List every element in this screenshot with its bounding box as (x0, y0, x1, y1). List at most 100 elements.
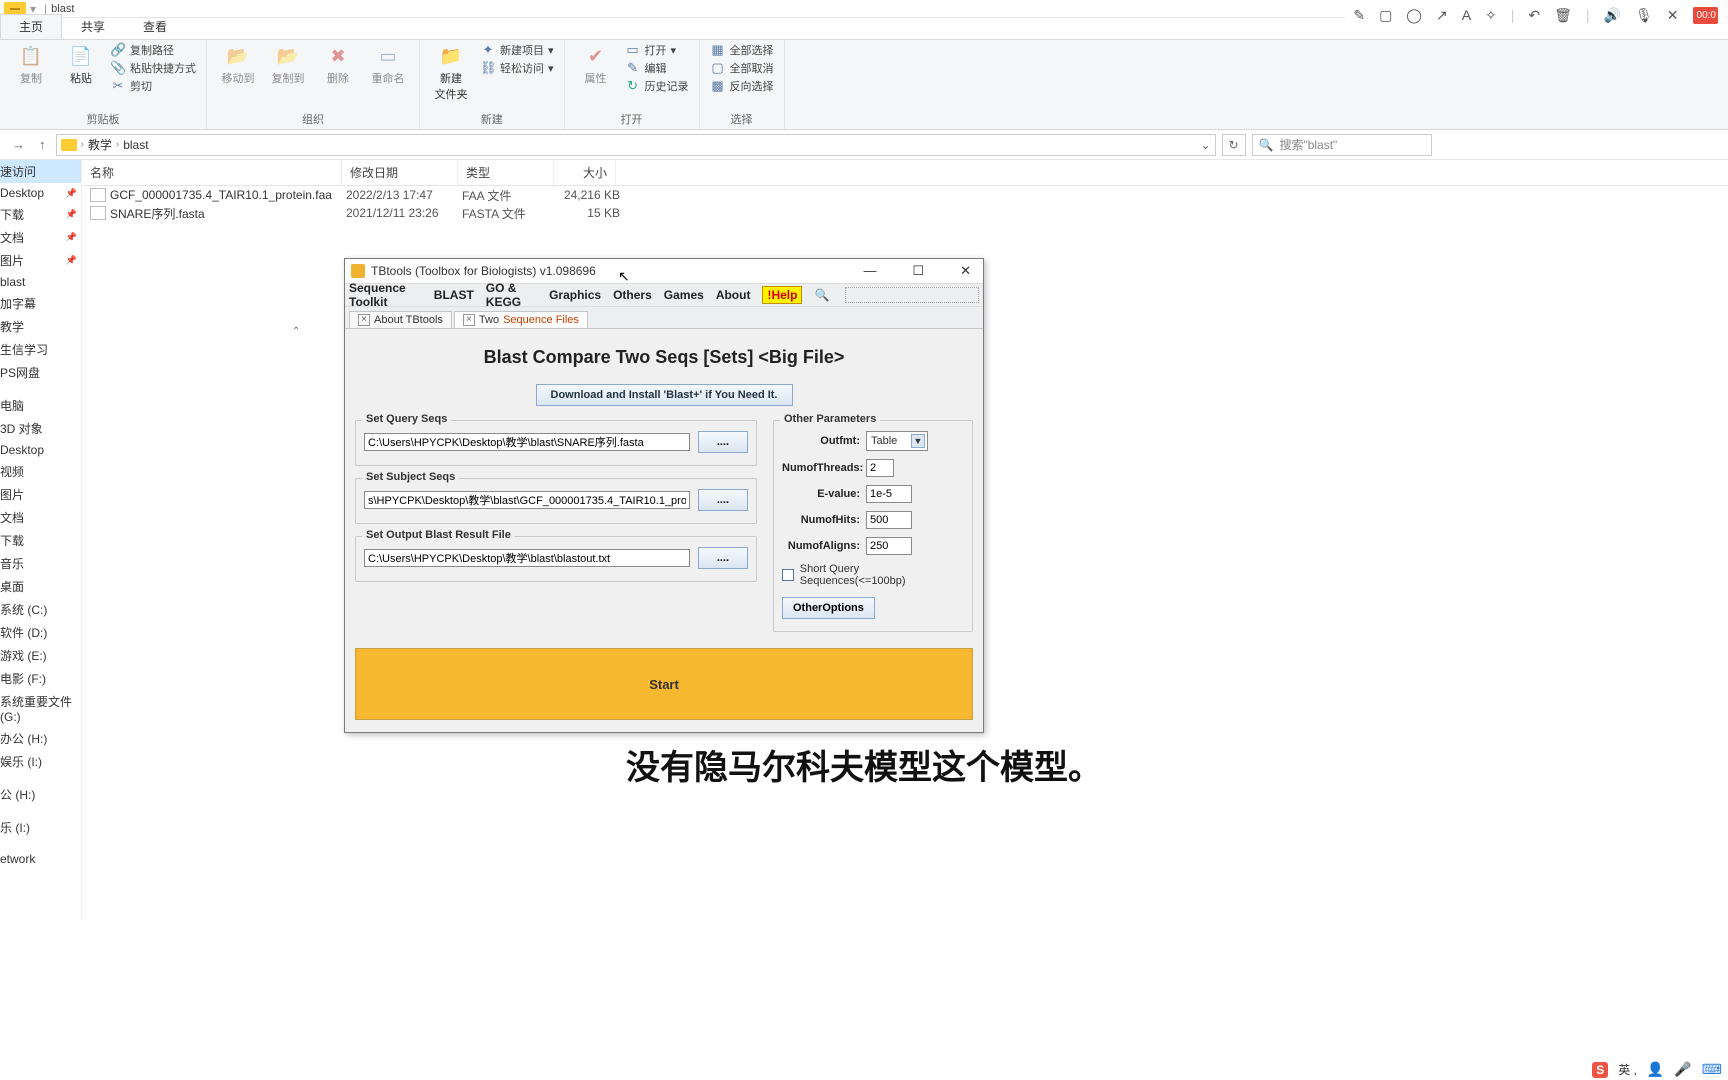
evalue-input[interactable] (866, 485, 912, 503)
file-row[interactable]: SNARE序列.fasta 2021/12/11 23:26 FASTA 文件 … (82, 204, 1728, 222)
pencil-icon[interactable]: ✎ (1353, 7, 1365, 24)
wand-icon[interactable]: ✧ (1485, 7, 1497, 24)
paste-button[interactable]: 📄粘贴 (60, 42, 102, 86)
nav-thispc[interactable]: 图片 (0, 483, 81, 506)
output-browse-button[interactable]: .... (698, 547, 748, 569)
nav-pinned[interactable]: Desktop📌 (0, 183, 81, 203)
circle-icon[interactable]: ◯ (1406, 7, 1422, 24)
trash-icon[interactable]: 🗑 (1554, 7, 1572, 24)
output-path-input[interactable] (364, 549, 690, 567)
menu-blast[interactable]: BLAST (434, 288, 474, 302)
menu-games[interactable]: Games (664, 288, 704, 302)
file-row[interactable]: GCF_000001735.4_TAIR10.1_protein.faa 202… (82, 186, 1728, 204)
tbtools-titlebar[interactable]: TBtools (Toolbox for Biologists) v1.0986… (345, 259, 983, 283)
other-options-button[interactable]: OtherOptions (782, 597, 875, 619)
paste-shortcut-button[interactable]: 📎粘贴快捷方式 (110, 60, 196, 76)
col-name[interactable]: 名称 (82, 160, 342, 185)
nav-thispc[interactable]: 3D 对象 (0, 417, 81, 440)
close-tab-icon[interactable]: × (463, 314, 475, 326)
tab-two-sequence-files[interactable]: ×Two Sequence Files (454, 311, 588, 328)
edit-button[interactable]: ✎编辑 (625, 60, 689, 76)
tab-about-tbtools[interactable]: ×About TBtools (349, 311, 452, 328)
nav-pinned[interactable]: 下载📌 (0, 203, 81, 226)
start-button[interactable]: Start (355, 648, 973, 720)
nav-folder[interactable]: 教学 (0, 315, 81, 338)
history-button[interactable]: ↻历史记录 (625, 78, 689, 94)
user-icon[interactable]: 👤 (1647, 1061, 1664, 1078)
copy-button[interactable]: 📋复制 (10, 42, 52, 86)
menu-about[interactable]: About (716, 288, 751, 302)
rename-button[interactable]: ▭重命名 (367, 42, 409, 86)
col-type[interactable]: 类型 (458, 160, 554, 185)
tab-share[interactable]: 共享 (62, 14, 124, 39)
nav-drive[interactable]: 娱乐 (I:) (0, 750, 81, 773)
nav-up-icon[interactable]: ↑ (35, 135, 50, 154)
nav-drive[interactable]: 系统 (C:) (0, 598, 81, 621)
breadcrumb-seg[interactable]: 教学 (88, 136, 112, 153)
menu-go-kegg[interactable]: GO & KEGG (486, 281, 537, 309)
nav-folder[interactable]: blast (0, 272, 81, 292)
chevron-up-icon[interactable]: ⌃ (292, 326, 300, 337)
nav-thispc[interactable]: 电脑 (0, 394, 81, 417)
nav-folder[interactable]: PS网盘 (0, 361, 81, 384)
tab-view[interactable]: 查看 (124, 14, 186, 39)
nav-thispc[interactable]: 文档 (0, 506, 81, 529)
nav-thispc[interactable]: 桌面 (0, 575, 81, 598)
menu-sequence-toolkit[interactable]: Sequence Toolkit (349, 281, 422, 309)
nav-network[interactable]: etwork (0, 849, 81, 869)
aligns-input[interactable] (866, 537, 912, 555)
refresh-button[interactable]: ↻ (1222, 134, 1246, 156)
open-button[interactable]: ▭打开 ▾ (625, 42, 689, 58)
cut-button[interactable]: ✂剪切 (110, 78, 196, 94)
selectall-button[interactable]: ▦全部选择 (710, 42, 774, 58)
breadcrumb[interactable]: › 教学 › blast ⌄ (56, 134, 1216, 156)
close-button[interactable]: ✕ (954, 261, 977, 281)
download-blast-button[interactable]: Download and Install 'Blast+' if You Nee… (536, 384, 793, 406)
invert-button[interactable]: ▩反向选择 (710, 78, 774, 94)
outfmt-select[interactable]: Table▼ (866, 431, 928, 451)
volume-icon[interactable]: 🔊 (1604, 7, 1621, 24)
close-icon[interactable]: ✕ (1667, 7, 1679, 24)
nav-folder[interactable]: 生信学习 (0, 338, 81, 361)
nav-drive[interactable]: 电影 (F:) (0, 667, 81, 690)
arrow-icon[interactable]: ↗ (1436, 7, 1448, 24)
query-path-input[interactable] (364, 433, 690, 451)
nav-drive[interactable]: 办公 (H:) (0, 727, 81, 750)
ime-mode[interactable]: 英 , (1618, 1061, 1637, 1078)
maximize-button[interactable]: ☐ (906, 261, 930, 281)
mic-icon[interactable]: 🎙 (1635, 7, 1653, 24)
nav-drive[interactable]: 系统重要文件 (G:) (0, 690, 81, 727)
nav-drive[interactable]: 游戏 (E:) (0, 644, 81, 667)
nav-back-icon[interactable]: → (8, 135, 29, 154)
newitem-button[interactable]: ✦新建项目 ▾ (480, 42, 554, 58)
search-icon[interactable]: 🔍 (814, 288, 829, 302)
moveto-button[interactable]: 📂移动到 (217, 42, 259, 86)
undo-icon[interactable]: ↶ (1528, 7, 1540, 24)
short-query-checkbox[interactable] (782, 569, 794, 581)
col-date[interactable]: 修改日期 (342, 160, 458, 185)
newfolder-button[interactable]: 📁新建 文件夹 (430, 42, 472, 102)
keyboard-icon[interactable]: ⌨ (1702, 1061, 1722, 1078)
sogou-ime-icon[interactable]: S (1592, 1062, 1608, 1078)
delete-button[interactable]: ✖删除 (317, 42, 359, 86)
breadcrumb-seg[interactable]: blast (123, 138, 148, 152)
nav-folder[interactable]: 加字幕 (0, 292, 81, 315)
menu-help[interactable]: !Help (762, 286, 802, 304)
text-icon[interactable]: A (1462, 7, 1471, 23)
subject-path-input[interactable] (364, 491, 690, 509)
selectnone-button[interactable]: ▢全部取消 (710, 60, 774, 76)
nav-drive[interactable]: 软件 (D:) (0, 621, 81, 644)
easyaccess-button[interactable]: ⛓轻松访问 ▾ (480, 60, 554, 76)
col-size[interactable]: 大小 (554, 160, 616, 185)
nav-pinned[interactable]: 文档📌 (0, 226, 81, 249)
menu-graphics[interactable]: Graphics (549, 288, 601, 302)
nav-thispc[interactable]: 下载 (0, 529, 81, 552)
threads-input[interactable] (866, 459, 894, 477)
menu-others[interactable]: Others (613, 288, 652, 302)
nav-more[interactable]: 公 (H:) (0, 783, 81, 806)
nav-quickaccess[interactable]: 速访问 (0, 160, 81, 183)
close-tab-icon[interactable]: × (358, 314, 370, 326)
nav-pinned[interactable]: 图片📌 (0, 249, 81, 272)
properties-button[interactable]: ✔属性 (575, 42, 617, 86)
minimize-button[interactable]: — (857, 261, 882, 281)
